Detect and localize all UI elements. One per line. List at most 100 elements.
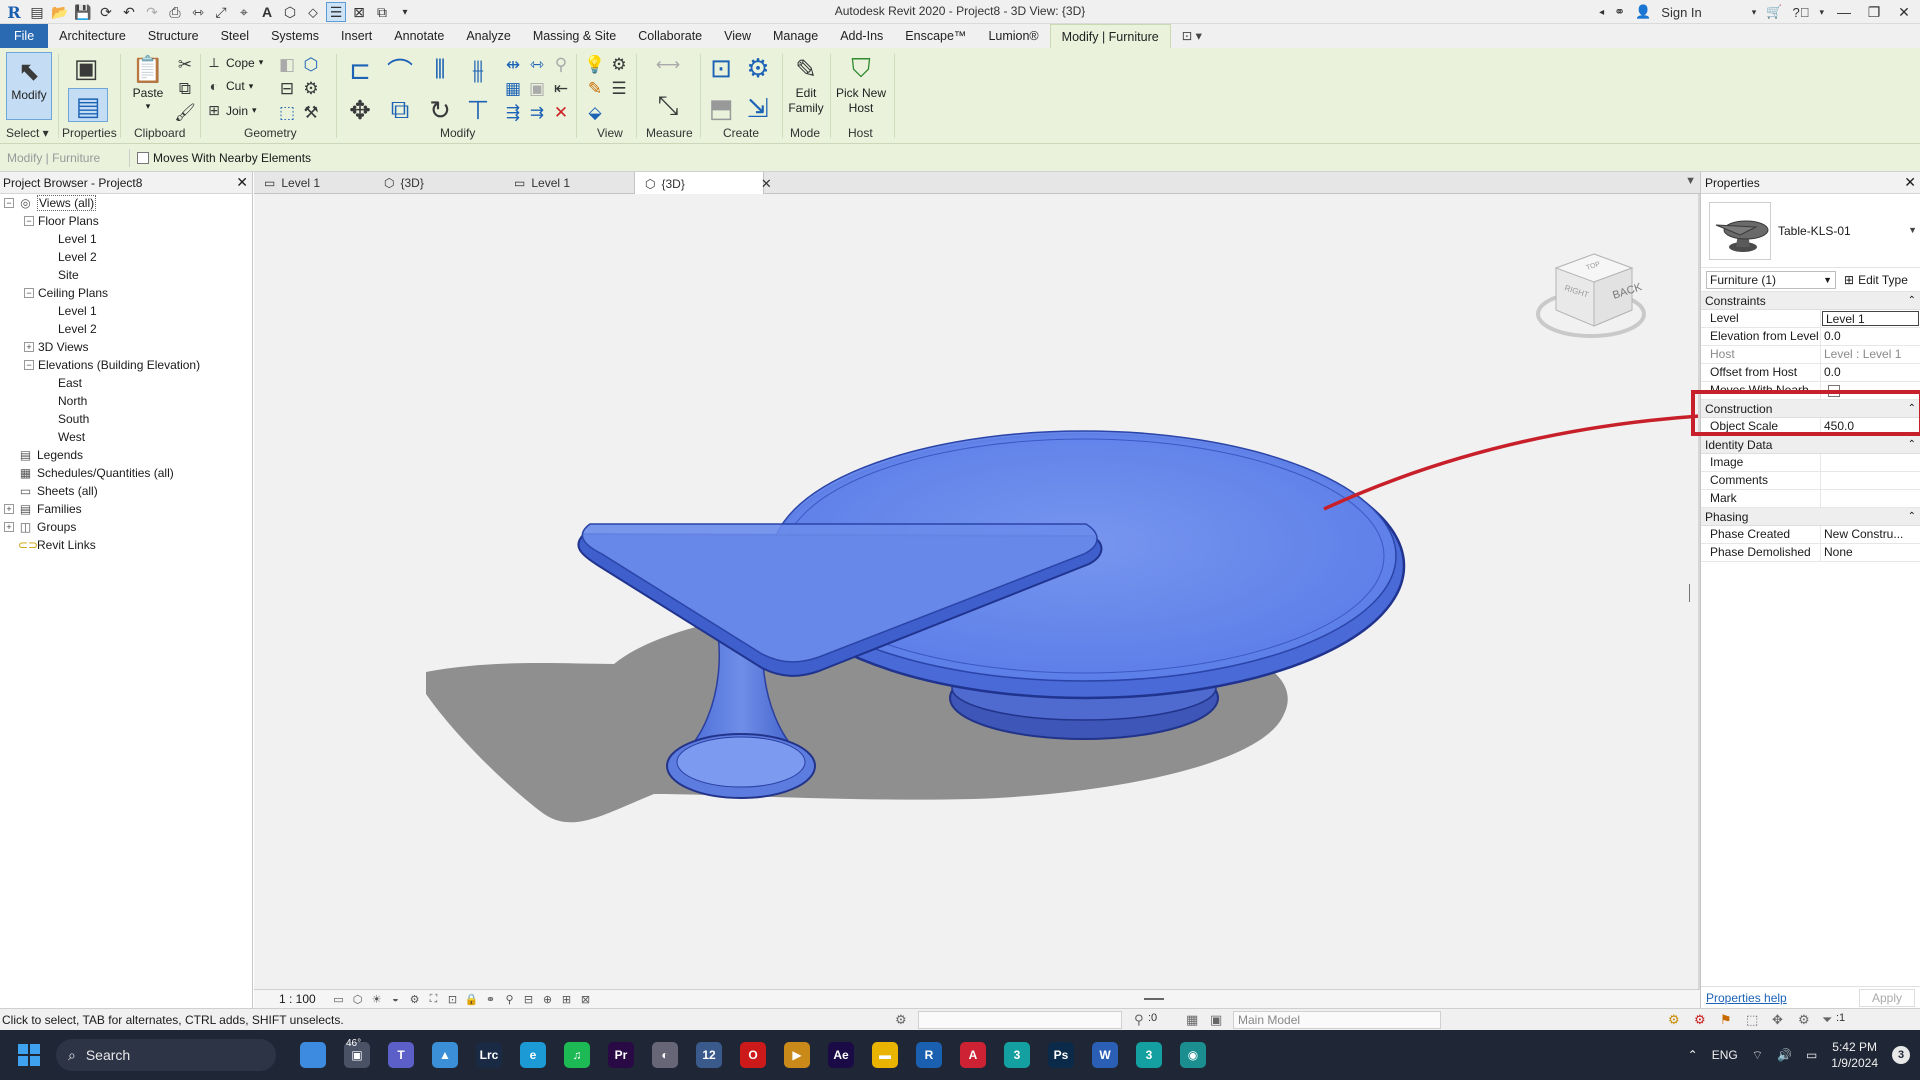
- tab-modify-furniture[interactable]: Modify | Furniture: [1049, 24, 1171, 48]
- property-value[interactable]: [1821, 382, 1920, 399]
- collapse-group-icon[interactable]: ⌃: [1908, 403, 1916, 414]
- match-type-icon[interactable]: 🖌: [174, 102, 196, 124]
- analytical-model-icon[interactable]: ⊕: [538, 993, 557, 1006]
- hammer-icon[interactable]: ⚒: [300, 102, 322, 124]
- volume-icon[interactable]: 🔊: [1777, 1048, 1792, 1062]
- rotate-icon[interactable]: ↻: [424, 94, 456, 126]
- browser-item[interactable]: Level 2: [0, 320, 252, 338]
- trim-icon[interactable]: ⇶: [502, 102, 524, 124]
- close-hidden-icon[interactable]: ⊠: [349, 2, 369, 22]
- mirror-axis-icon[interactable]: ⫴: [424, 54, 456, 86]
- property-value[interactable]: Level 1: [1822, 311, 1919, 326]
- tab-file[interactable]: File: [0, 24, 49, 48]
- expand-icon[interactable]: +: [24, 342, 34, 352]
- viewcube[interactable]: BACK RIGHT TOP: [1536, 253, 1646, 338]
- copy-element-icon[interactable]: ⧉: [384, 94, 416, 126]
- selection-box-icon[interactable]: ⬙: [584, 102, 606, 124]
- measure-between-icon[interactable]: ⟷: [648, 54, 688, 76]
- close-icon[interactable]: ✕: [236, 174, 248, 191]
- customize-qat-icon[interactable]: ▾: [395, 2, 415, 22]
- selection-filter-icon[interactable]: ⚲: [1134, 1012, 1144, 1028]
- photoshop-icon[interactable]: Ps: [1048, 1042, 1074, 1068]
- word-icon[interactable]: W: [1092, 1042, 1118, 1068]
- create-assembly-icon[interactable]: ⊡: [705, 52, 737, 84]
- select-links-icon[interactable]: ⚙: [1668, 1012, 1680, 1028]
- battery-icon[interactable]: ▭: [1806, 1048, 1817, 1062]
- browser-item[interactable]: − Ceiling Plans: [0, 284, 252, 302]
- undo-icon[interactable]: ↶: [119, 2, 139, 22]
- filter-icon[interactable]: ⏷: [1822, 1012, 1832, 1028]
- wifi-icon[interactable]: ⌔: [1752, 1048, 1763, 1063]
- property-value[interactable]: 0.0: [1821, 364, 1920, 381]
- copy-icon[interactable]: ⧉: [174, 78, 196, 100]
- move-icon[interactable]: ✥: [344, 94, 376, 126]
- tab-enscape[interactable]: Enscape™: [894, 24, 977, 48]
- language-indicator[interactable]: ENG: [1712, 1048, 1738, 1062]
- scale-icon[interactable]: ▣: [526, 78, 548, 100]
- explorer-icon[interactable]: ▬: [872, 1042, 898, 1068]
- tab-lumion[interactable]: Lumion®: [977, 24, 1049, 48]
- pin-icon[interactable]: ⇤: [550, 78, 572, 100]
- checkbox-box[interactable]: [137, 151, 149, 164]
- paint-icon[interactable]: ⊟: [276, 78, 298, 100]
- notification-badge[interactable]: 3: [1892, 1046, 1910, 1064]
- align-icon[interactable]: ⊏: [344, 54, 376, 86]
- edit-family-button[interactable]: ✎ Edit Family: [786, 52, 826, 116]
- lightroom-icon[interactable]: Lrc: [476, 1042, 502, 1068]
- property-value[interactable]: [1821, 454, 1920, 471]
- cut-geometry-button[interactable]: ◐ Cut ▾: [206, 78, 253, 94]
- thin-lines-icon[interactable]: ☰: [326, 2, 346, 22]
- open-icon[interactable]: 📂: [50, 2, 70, 22]
- highlight-displacement-icon[interactable]: ⊞: [557, 993, 576, 1006]
- premiere-icon[interactable]: Pr: [608, 1042, 634, 1068]
- browser-item[interactable]: + ▤ Families: [0, 500, 252, 518]
- browser-item[interactable]: North: [0, 392, 252, 410]
- 3dsmax2-icon[interactable]: 3: [1136, 1042, 1162, 1068]
- browser-icon[interactable]: ◐: [652, 1042, 678, 1068]
- visual-style-icon[interactable]: ⬡: [348, 993, 367, 1006]
- property-value[interactable]: 0.0: [1821, 328, 1920, 345]
- property-group-header[interactable]: Phasing ⌃: [1701, 508, 1920, 526]
- type-selector[interactable]: Table-KLS-01 ▼: [1701, 194, 1920, 268]
- delete-icon[interactable]: ✕: [550, 102, 572, 124]
- property-value[interactable]: None: [1821, 544, 1920, 561]
- tab-collaborate[interactable]: Collaborate: [627, 24, 713, 48]
- help-dropdown-icon[interactable]: ▾: [1819, 7, 1824, 18]
- 3dsmax-icon[interactable]: 3: [1004, 1042, 1030, 1068]
- measure-icon[interactable]: ⇿: [188, 2, 208, 22]
- revit-app-icon[interactable]: R: [4, 2, 24, 22]
- select-by-face-icon[interactable]: ⬚: [1746, 1012, 1758, 1028]
- worksets-icon[interactable]: ⚙: [895, 1012, 907, 1028]
- reveal-hidden-icon[interactable]: ⚲: [500, 993, 519, 1006]
- revit-icon[interactable]: R: [916, 1042, 942, 1068]
- property-group-header[interactable]: Construction ⌃: [1701, 400, 1920, 418]
- tag-icon[interactable]: ⌖: [234, 2, 254, 22]
- user-icon[interactable]: 👤: [1635, 4, 1651, 20]
- sign-in-link[interactable]: Sign In: [1661, 5, 1701, 20]
- background-process-icon[interactable]: ⚙: [1798, 1012, 1810, 1028]
- view-tab-level-1[interactable]: ▭ Level 1: [254, 172, 374, 194]
- main-model-dropdown[interactable]: Main Model: [1233, 1011, 1441, 1029]
- shadows-icon[interactable]: ◒: [386, 993, 405, 1005]
- collapse-icon[interactable]: −: [24, 288, 34, 298]
- opera-icon[interactable]: O: [740, 1042, 766, 1068]
- edge-icon[interactable]: e: [520, 1042, 546, 1068]
- help-icon[interactable]: ?⃝: [1792, 5, 1809, 20]
- browser-item[interactable]: ▦ Schedules/Quantities (all): [0, 464, 252, 482]
- lock-view-icon[interactable]: 🔒: [462, 993, 481, 1006]
- collapse-group-icon[interactable]: ⌃: [1908, 511, 1916, 522]
- property-group-header[interactable]: Identity Data ⌃: [1701, 436, 1920, 454]
- property-value[interactable]: 450.0: [1821, 418, 1920, 435]
- tab-analyze[interactable]: Analyze: [455, 24, 521, 48]
- wall-joins-icon[interactable]: ◧: [276, 54, 298, 76]
- browser-item[interactable]: ▭ Sheets (all): [0, 482, 252, 500]
- paste-dropdown-icon[interactable]: ▾: [146, 101, 151, 112]
- join-button[interactable]: ⊞ Join ▾: [206, 102, 256, 119]
- view-tab-level-1[interactable]: ▭ Level 1: [504, 172, 632, 194]
- property-value[interactable]: [1821, 472, 1920, 489]
- crop-view-icon[interactable]: ⛶: [424, 993, 443, 1006]
- expand-icon[interactable]: +: [4, 522, 14, 532]
- binoculars-icon[interactable]: ⚭: [1614, 4, 1625, 20]
- split-icon[interactable]: ⇹: [502, 54, 524, 76]
- browser-item[interactable]: Level 2: [0, 248, 252, 266]
